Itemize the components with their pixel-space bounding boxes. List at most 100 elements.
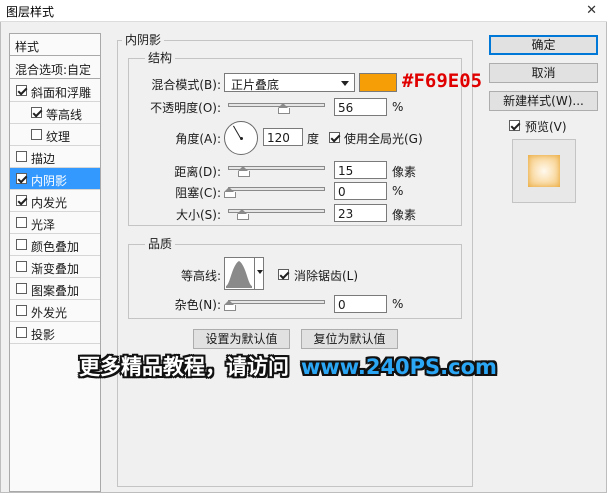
noise-value: 0 [338,298,346,312]
opacity-label: 不透明度(O): [150,101,221,115]
color-overlay-checkbox[interactable] [16,239,27,250]
contour-divider [254,258,255,289]
style-list: 样式 混合选项:自定 斜面和浮雕 等高线 纹理 描边 内阴影 内发光 光泽 颜色… [9,33,101,492]
angle-value: 120 [267,131,290,145]
contour-picker[interactable] [224,257,264,290]
distance-slider[interactable] [228,166,325,177]
distance-slider-thumb[interactable] [238,166,250,177]
cancel-button[interactable]: 取消 [489,63,598,83]
outer-glow-checkbox[interactable] [16,305,27,316]
contour-curve-icon [226,261,252,288]
opacity-input[interactable]: 56 [334,98,387,116]
window-title: 图层样式 [6,5,55,19]
size-unit: 像素 [392,208,417,222]
style-item-inner-glow[interactable]: 内发光 [10,190,100,212]
texture-checkbox[interactable] [31,129,42,140]
noise-slider-thumb[interactable] [224,300,236,311]
style-item-label: 颜色叠加 [31,240,80,254]
opacity-slider-thumb[interactable] [278,103,291,114]
ok-button[interactable]: 确定 [489,35,598,55]
noise-unit: % [392,297,404,311]
bevel-checkbox[interactable] [16,85,27,96]
drop-shadow-checkbox[interactable] [16,327,27,338]
inner-glow-checkbox[interactable] [16,195,27,206]
style-item-bevel[interactable]: 斜面和浮雕 [10,80,100,102]
chevron-down-icon [257,270,263,274]
title-bar: 图层样式 ✕ [0,0,607,22]
shadow-color-swatch[interactable] [359,73,397,92]
size-input[interactable]: 23 [334,204,387,222]
contour-label: 等高线: [180,269,221,283]
preview-label: 预览(V) [525,120,567,134]
gradient-overlay-checkbox[interactable] [16,261,27,272]
inner-shadow-title: 内阴影 [122,31,165,48]
anti-alias-label: 消除锯齿(L) [294,269,359,283]
style-list-header-label: 样式 [15,40,40,54]
contour-checkbox[interactable] [31,107,42,118]
noise-input[interactable]: 0 [334,295,387,313]
structure-title: 结构 [145,49,176,66]
size-slider[interactable] [228,209,325,220]
size-slider-thumb[interactable] [237,209,249,220]
size-label: 大小(S): [175,208,221,222]
choke-slider-thumb[interactable] [224,187,236,198]
blend-mode-label: 混合模式(B): [151,78,221,92]
watermark-overlay: 更多精品教程，请访问 www.240PS.com [79,351,497,381]
style-item-inner-shadow[interactable]: 内阴影 [10,168,100,190]
distance-unit: 像素 [392,165,417,179]
angle-unit: 度 [307,132,320,146]
preview-tile [528,155,560,187]
style-item-label: 纹理 [46,130,71,144]
chevron-down-icon [341,81,349,86]
choke-slider[interactable] [224,187,325,198]
blend-options-item[interactable]: 混合选项:自定 [10,57,100,79]
inner-shadow-checkbox[interactable] [16,173,27,184]
angle-label: 角度(A): [175,132,221,146]
pattern-overlay-checkbox[interactable] [16,283,27,294]
close-icon[interactable]: ✕ [586,3,597,18]
style-item-label: 投影 [31,328,56,342]
opacity-slider[interactable] [228,103,325,114]
style-item-pattern-overlay[interactable]: 图案叠加 [10,278,100,300]
choke-label: 阻塞(C): [175,186,221,200]
color-hex-annotation: #F69E05 [402,70,483,92]
style-item-label: 光泽 [31,218,56,232]
style-item-label: 内阴影 [31,174,68,188]
angle-dial[interactable] [224,121,258,155]
watermark-url: www.240PS.com [301,355,497,379]
noise-slider[interactable] [224,300,325,311]
style-item-stroke[interactable]: 描边 [10,146,100,168]
style-item-texture[interactable]: 纹理 [10,124,100,146]
choke-value: 0 [338,185,346,199]
set-default-button[interactable]: 设置为默认值 [193,329,290,349]
style-item-outer-glow[interactable]: 外发光 [10,300,100,322]
style-item-satin[interactable]: 光泽 [10,212,100,234]
opacity-value: 56 [338,101,354,115]
satin-checkbox[interactable] [16,217,27,228]
preview-checkbox[interactable] [509,120,520,131]
blend-mode-select[interactable]: 正片叠底 [224,73,355,92]
style-item-label: 渐变叠加 [31,262,80,276]
quality-title: 品质 [145,235,176,252]
style-item-gradient-overlay[interactable]: 渐变叠加 [10,256,100,278]
distance-input[interactable]: 15 [334,161,387,179]
global-light-label: 使用全局光(G) [344,132,423,146]
reset-default-button[interactable]: 复位为默认值 [301,329,398,349]
style-list-header[interactable]: 样式 [10,34,100,56]
angle-input[interactable]: 120 [263,128,303,146]
style-item-drop-shadow[interactable]: 投影 [10,322,100,344]
global-light-checkbox[interactable] [329,132,340,143]
noise-label: 杂色(N): [174,298,221,312]
new-style-button[interactable]: 新建样式(W)... [489,91,598,111]
anti-alias-checkbox[interactable] [278,269,289,280]
stroke-checkbox[interactable] [16,151,27,162]
style-item-label: 斜面和浮雕 [31,86,92,100]
watermark-text: 更多精品教程，请访问 [79,355,289,379]
size-value: 23 [338,207,354,221]
style-item-contour[interactable]: 等高线 [10,102,100,124]
choke-input[interactable]: 0 [334,182,387,200]
style-preview-thumbnail [512,139,576,203]
style-item-color-overlay[interactable]: 颜色叠加 [10,234,100,256]
blend-mode-value: 正片叠底 [231,78,280,92]
distance-value: 15 [338,164,354,178]
